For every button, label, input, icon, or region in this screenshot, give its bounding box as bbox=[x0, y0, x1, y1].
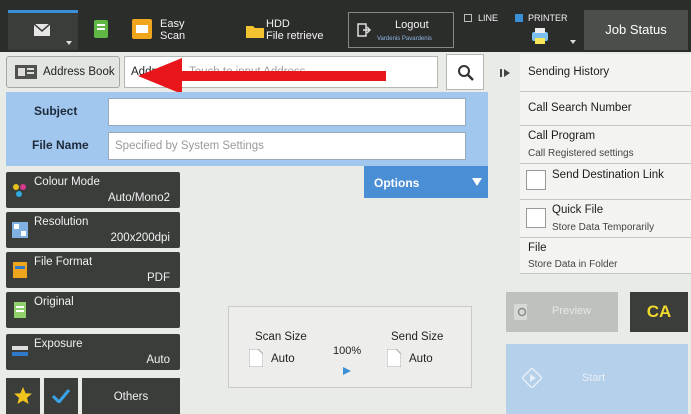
line-label: LINE bbox=[478, 13, 499, 23]
address-book-icon bbox=[15, 65, 37, 79]
favorites-button[interactable] bbox=[6, 378, 40, 414]
filename-placeholder: Specified by System Settings bbox=[115, 140, 264, 152]
logout-label: Logout bbox=[395, 19, 429, 31]
sending-history-item[interactable]: Sending History bbox=[520, 54, 691, 92]
filename-input[interactable]: Specified by System Settings bbox=[108, 132, 466, 160]
start-diamond-icon bbox=[522, 368, 542, 388]
file-retrieve-label: File retrieve bbox=[266, 30, 324, 42]
setting-value: PDF bbox=[147, 272, 170, 284]
preview-label: Preview bbox=[552, 305, 592, 317]
scan-size-label: Scan Size bbox=[255, 331, 307, 343]
chevron-down-icon bbox=[570, 40, 576, 44]
right-panel-title: Sending History bbox=[528, 66, 610, 78]
quick-file-item[interactable]: Quick File Store Data Temporarily bbox=[520, 200, 691, 238]
setting-name: Colour Mode bbox=[34, 176, 100, 188]
original-button[interactable]: Original bbox=[6, 292, 180, 328]
right-panel-title: Send Destination Link bbox=[552, 169, 664, 181]
original-document-icon bbox=[14, 302, 26, 318]
send-destination-link-item[interactable]: Send Destination Link bbox=[520, 164, 691, 200]
hdd-file-retrieve-button[interactable]: HDD File retrieve bbox=[238, 12, 338, 48]
right-panel-title: File bbox=[528, 242, 547, 254]
star-icon bbox=[14, 387, 32, 404]
email-mode-button[interactable] bbox=[8, 10, 78, 50]
options-label: Options bbox=[374, 176, 420, 190]
clear-all-button[interactable]: CA bbox=[630, 292, 688, 332]
easy-scan-icon bbox=[132, 19, 152, 39]
logged-in-user: Vardenis Pavardenis bbox=[377, 36, 432, 42]
right-panel-title: Quick File bbox=[552, 204, 604, 216]
scan-size-panel[interactable]: Scan Size Auto 100% Send Size Auto bbox=[228, 306, 472, 388]
colour-mode-icon bbox=[13, 184, 26, 197]
send-size-label: Send Size bbox=[391, 331, 444, 343]
start-button[interactable]: Start bbox=[506, 344, 688, 414]
right-panel-subtitle: Store Data Temporarily bbox=[552, 222, 655, 233]
folder-icon bbox=[246, 26, 264, 38]
setting-name: Exposure bbox=[34, 338, 83, 350]
quick-file-checkbox[interactable] bbox=[526, 208, 546, 228]
setting-name: Resolution bbox=[34, 216, 89, 228]
subject-label: Subject bbox=[34, 104, 78, 118]
check-button[interactable] bbox=[44, 378, 78, 414]
triangle-down-icon bbox=[472, 178, 482, 186]
line-indicator-icon bbox=[464, 14, 472, 22]
file-format-icon bbox=[13, 262, 27, 278]
setting-value: Auto/Mono2 bbox=[107, 192, 170, 204]
call-program-item[interactable]: Call Program Call Registered settings bbox=[520, 126, 691, 164]
printer-mode-button[interactable] bbox=[524, 24, 580, 50]
setting-name: File Format bbox=[34, 256, 93, 268]
checkmark-icon bbox=[52, 389, 70, 403]
chevron-down-icon bbox=[66, 41, 72, 45]
address-book-button[interactable]: Address Book bbox=[6, 56, 120, 88]
easy-scan-button[interactable]: Easy Scan bbox=[128, 12, 208, 48]
logout-button[interactable]: Logout Vardenis Pavardenis bbox=[348, 12, 454, 48]
destination-link-checkbox[interactable] bbox=[526, 170, 546, 190]
printer-label: PRINTER bbox=[528, 13, 568, 23]
setting-name: Original bbox=[34, 296, 74, 308]
right-panel-subtitle: Store Data in Folder bbox=[528, 259, 618, 270]
subject-filename-panel: Subject File Name Specified by System Se… bbox=[6, 92, 488, 166]
preview-icon bbox=[514, 304, 527, 320]
page-icon bbox=[387, 349, 401, 367]
resolution-icon bbox=[12, 222, 28, 238]
send-size-value: Auto bbox=[409, 353, 433, 365]
fax-mode-button[interactable] bbox=[84, 12, 118, 48]
scale-ratio: 100% bbox=[333, 345, 362, 357]
hdd-label: HDD bbox=[266, 18, 290, 30]
exposure-button[interactable]: Exposure Auto bbox=[6, 334, 180, 370]
play-icon bbox=[500, 69, 510, 77]
address-book-label: Address Book bbox=[43, 66, 115, 78]
panel-toggle-button[interactable] bbox=[492, 54, 516, 94]
setting-value: 200x200dpi bbox=[110, 232, 170, 244]
start-label: Start bbox=[582, 372, 606, 384]
printer-indicator-icon bbox=[515, 14, 523, 22]
job-status-button[interactable]: Job Status bbox=[584, 10, 688, 50]
call-search-number-item[interactable]: Call Search Number bbox=[520, 92, 691, 126]
search-icon bbox=[458, 65, 474, 81]
page-icon bbox=[249, 349, 263, 367]
search-button[interactable] bbox=[446, 54, 484, 90]
others-button[interactable]: Others bbox=[82, 378, 180, 414]
filename-label: File Name bbox=[32, 138, 89, 152]
printer-icon bbox=[532, 28, 548, 44]
easy-scan-label-2: Scan bbox=[160, 30, 186, 42]
triangle-right-icon bbox=[343, 367, 351, 375]
exposure-icon bbox=[12, 346, 28, 356]
scan-size-value: Auto bbox=[271, 353, 295, 365]
right-panel-title: Call Search Number bbox=[528, 102, 632, 114]
options-button[interactable]: Options bbox=[364, 166, 488, 198]
mail-icon bbox=[34, 24, 50, 36]
file-item[interactable]: File Store Data in Folder bbox=[520, 238, 691, 274]
preview-button[interactable]: Preview bbox=[506, 292, 618, 332]
subject-input[interactable] bbox=[108, 98, 466, 126]
right-panel-subtitle: Call Registered settings bbox=[528, 148, 634, 159]
document-green-icon bbox=[94, 20, 108, 38]
logout-icon bbox=[357, 23, 371, 37]
colour-mode-button[interactable]: Colour Mode Auto/Mono2 bbox=[6, 172, 180, 208]
resolution-button[interactable]: Resolution 200x200dpi bbox=[6, 212, 180, 248]
file-format-button[interactable]: File Format PDF bbox=[6, 252, 180, 288]
setting-value: Auto bbox=[146, 354, 170, 366]
right-panel-title: Call Program bbox=[528, 130, 596, 142]
easy-scan-label: Easy bbox=[160, 18, 185, 30]
